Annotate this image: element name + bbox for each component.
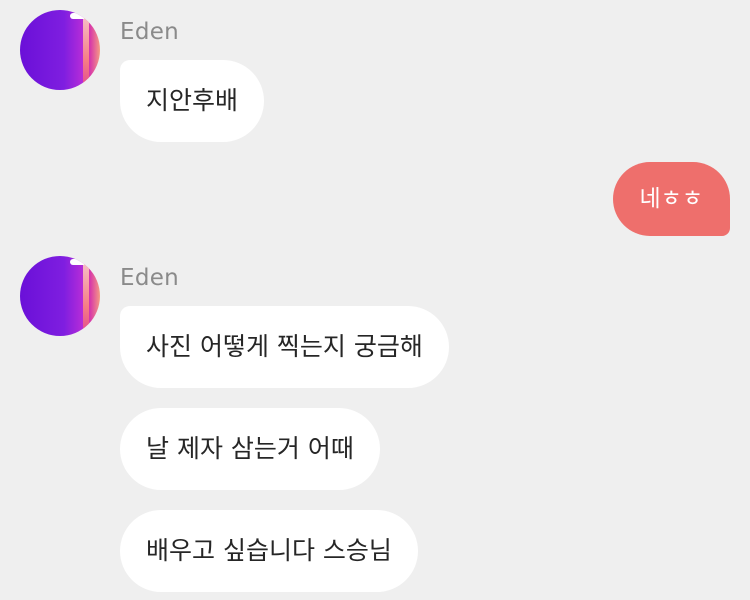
incoming-message-bubble[interactable]: 사진 어떻게 찍는지 궁금해 <box>120 306 449 388</box>
avatar-lamp-highlight <box>70 13 86 19</box>
outgoing-message-bubble[interactable]: 네ㅎㅎ <box>612 162 730 236</box>
avatar-lamp-highlight <box>70 259 86 265</box>
incoming-message-bubble[interactable]: 배우고 싶습니다 스승님 <box>120 510 418 592</box>
avatar[interactable] <box>20 10 100 90</box>
sender-name: Eden <box>120 19 180 45</box>
incoming-message-bubble[interactable]: 지안후배 <box>120 60 265 142</box>
sender-name: Eden <box>120 265 180 291</box>
avatar-light-streak <box>83 16 89 90</box>
incoming-message-bubble[interactable]: 날 제자 삼는거 어때 <box>120 408 380 490</box>
avatar-light-streak <box>83 262 89 336</box>
avatar[interactable] <box>20 256 100 336</box>
